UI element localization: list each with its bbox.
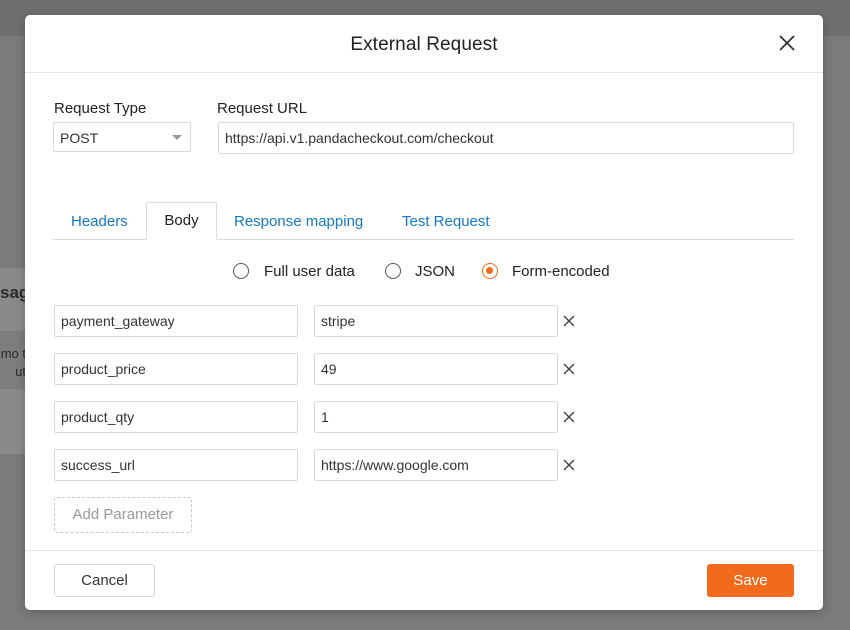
close-icon [779, 35, 795, 51]
param-key-input[interactable] [54, 449, 298, 481]
remove-param-icon[interactable] [562, 362, 576, 376]
radio-form-encoded[interactable] [482, 263, 498, 279]
param-value-input[interactable] [314, 353, 558, 385]
caret-down-icon [172, 135, 182, 140]
radio-json[interactable] [385, 263, 401, 279]
cancel-button[interactable]: Cancel [54, 564, 155, 597]
request-type-value: POST [60, 130, 99, 146]
request-type-select[interactable]: POST [53, 122, 191, 152]
tab-headers[interactable]: Headers [71, 213, 128, 230]
radio-json-label: JSON [415, 263, 456, 280]
radio-full-user-data-label: Full user data [264, 263, 355, 280]
param-value-input[interactable] [314, 449, 558, 481]
footer-divider [25, 550, 823, 551]
tab-body[interactable]: Body [146, 202, 217, 240]
request-url-input[interactable] [218, 122, 794, 154]
param-value-input[interactable] [314, 401, 558, 433]
add-parameter-button[interactable]: Add Parameter [54, 497, 192, 533]
save-button[interactable]: Save [707, 564, 794, 597]
external-request-modal: External Request Request Type POST Reque… [25, 15, 823, 610]
remove-param-icon[interactable] [562, 314, 576, 328]
tab-response-mapping[interactable]: Response mapping [234, 213, 363, 230]
modal-header: External Request [25, 15, 823, 73]
request-url-label: Request URL [217, 100, 308, 117]
param-value-input[interactable] [314, 305, 558, 337]
modal-title: External Request [350, 34, 498, 55]
background-card-line: mo t [0, 346, 26, 361]
remove-param-icon[interactable] [562, 410, 576, 424]
request-type-label: Request Type [54, 100, 147, 117]
param-key-input[interactable] [54, 353, 298, 385]
param-key-input[interactable] [54, 305, 298, 337]
remove-param-icon[interactable] [562, 458, 576, 472]
background-card-line: ut [15, 364, 26, 379]
tab-test-request[interactable]: Test Request [402, 213, 490, 230]
radio-full-user-data[interactable] [233, 263, 249, 279]
close-button[interactable] [775, 31, 799, 55]
radio-form-encoded-label: Form-encoded [512, 263, 610, 280]
param-key-input[interactable] [54, 401, 298, 433]
